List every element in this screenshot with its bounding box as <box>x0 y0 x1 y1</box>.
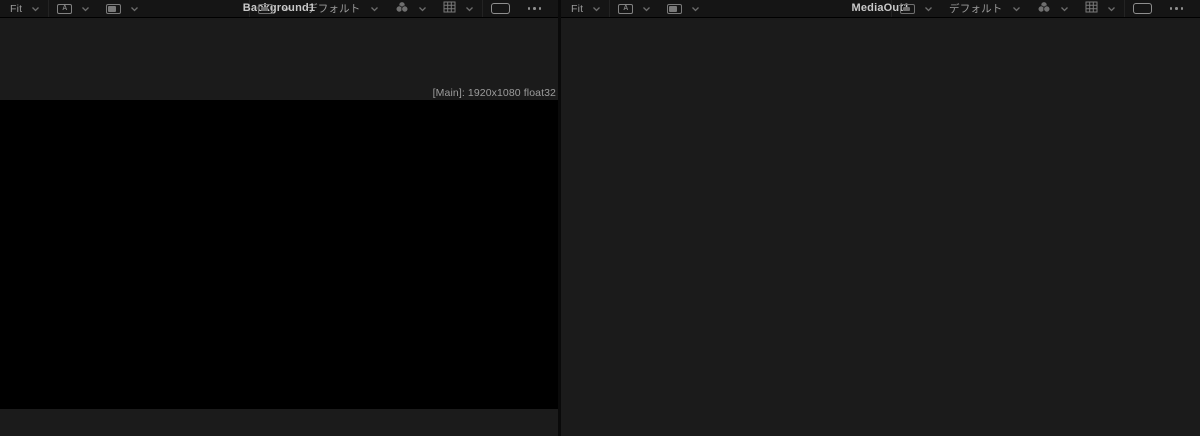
zoom-level-dropdown[interactable]: Fit <box>2 0 48 17</box>
viewer-panel-left: Fit A Background1 デフォルト [Main]: 1920x108… <box>0 0 558 436</box>
split-view-icon <box>667 3 683 14</box>
viewer-image-background1[interactable] <box>0 100 558 409</box>
chevron-down-icon <box>1012 6 1021 12</box>
buffer-a-icon: A <box>57 3 73 14</box>
show-controls-icon <box>258 3 273 14</box>
viewer-options-button[interactable] <box>1160 0 1194 17</box>
buffer-select-dropdown[interactable]: A <box>610 0 659 17</box>
grid-options-dropdown[interactable] <box>435 0 482 17</box>
color-wheel-icon <box>1037 1 1051 16</box>
viewer-title: Background1 <box>242 2 316 14</box>
chevron-down-icon <box>642 6 651 12</box>
chevron-down-icon <box>1060 6 1069 12</box>
buffer-a-icon: A <box>618 3 634 14</box>
roi-button[interactable] <box>1125 0 1160 17</box>
zoom-level-label: Fit <box>571 2 584 15</box>
chevron-down-icon <box>691 6 700 12</box>
buffer-select-dropdown[interactable]: A <box>49 0 98 17</box>
split-view-dropdown[interactable] <box>98 0 147 17</box>
grid-icon <box>443 1 456 16</box>
color-channel-dropdown[interactable] <box>1029 0 1077 17</box>
roi-button[interactable] <box>483 0 518 17</box>
chevron-down-icon <box>370 6 379 12</box>
chevron-down-icon <box>418 6 427 12</box>
grid-options-dropdown[interactable] <box>1077 0 1124 17</box>
viewer-panel-right: Fit A MediaOut1 デフォルト <box>561 0 1200 436</box>
viewer-toolbar-left: Fit A Background1 デフォルト <box>0 0 558 18</box>
chevron-down-icon <box>592 6 601 12</box>
viewer-toolbar-right: Fit A MediaOut1 デフォルト <box>561 0 1200 18</box>
chevron-down-icon <box>924 6 933 12</box>
lut-label: デフォルト <box>949 3 1003 15</box>
split-view-icon <box>106 3 122 14</box>
zoom-level-label: Fit <box>10 2 23 15</box>
color-wheel-icon <box>395 1 409 16</box>
fusion-dual-viewer: Fit A Background1 デフォルト [Main]: 1920x108… <box>0 0 1200 436</box>
chevron-down-icon <box>1107 6 1116 12</box>
chevron-down-icon <box>465 6 474 12</box>
chevron-down-icon <box>31 6 40 12</box>
split-view-dropdown[interactable] <box>659 0 708 17</box>
chevron-down-icon <box>81 6 90 12</box>
color-channel-dropdown[interactable] <box>387 0 435 17</box>
viewer-options-button[interactable] <box>518 0 552 17</box>
image-info-overlay: [Main]: 1920x1080 float32 <box>432 87 556 99</box>
ellipsis-icon <box>1168 7 1186 10</box>
ellipsis-icon <box>526 7 544 10</box>
frame-outline-icon <box>1132 3 1152 14</box>
lut-dropdown[interactable]: デフォルト <box>941 0 1029 17</box>
chevron-down-icon <box>130 6 139 12</box>
grid-icon <box>1085 1 1098 16</box>
zoom-level-dropdown[interactable]: Fit <box>563 0 609 17</box>
frame-outline-icon <box>490 3 510 14</box>
show-controls-icon <box>900 3 915 14</box>
